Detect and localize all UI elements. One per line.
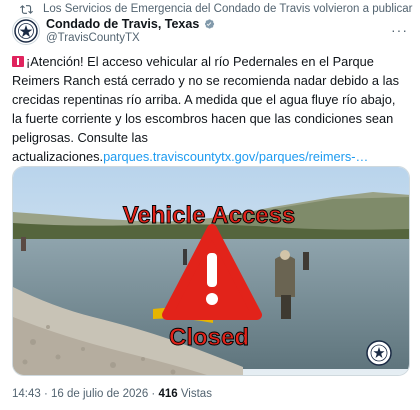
overlay-text-top: Vehicle Access xyxy=(123,202,296,229)
view-label: Vistas xyxy=(177,388,212,400)
tweet-body: ¡Atención! El acceso vehicular al río Pe… xyxy=(12,54,399,164)
tweet-date[interactable]: 16 de julio de 2026 xyxy=(51,388,148,400)
author-name-row[interactable]: Condado de Travis, Texas xyxy=(46,17,215,31)
tweet-link[interactable]: parques.traviscountytx.gov/parques/reime… xyxy=(103,149,368,164)
more-options-icon[interactable]: ··· xyxy=(391,22,408,38)
repost-indicator[interactable]: Los Servicios de Emergencia del Condado … xyxy=(20,2,412,16)
verified-badge-icon xyxy=(205,19,215,29)
author-handle[interactable]: @TravisCountyTX xyxy=(46,32,140,44)
tweet-metadata: 14:43 · 16 de julio de 2026 · 416 Vistas xyxy=(12,388,212,400)
tweet-media-image[interactable]: Vehicle Access Closed xyxy=(12,166,410,376)
author-name[interactable]: Condado de Travis, Texas xyxy=(46,17,199,31)
separator: · xyxy=(40,388,52,400)
tweet-text: ¡Atención! El acceso vehicular al río Pe… xyxy=(12,52,408,166)
separator: · xyxy=(148,388,159,400)
repost-text: Los Servicios de Emergencia del Condado … xyxy=(43,3,413,15)
view-count: 416 xyxy=(158,388,178,400)
avatar[interactable] xyxy=(12,17,40,45)
overlay-text-bottom: Closed xyxy=(169,324,249,351)
county-seal-icon xyxy=(14,19,38,43)
alert-icon xyxy=(12,56,24,67)
tweet-time[interactable]: 14:43 xyxy=(12,388,41,400)
repost-icon xyxy=(20,4,33,14)
